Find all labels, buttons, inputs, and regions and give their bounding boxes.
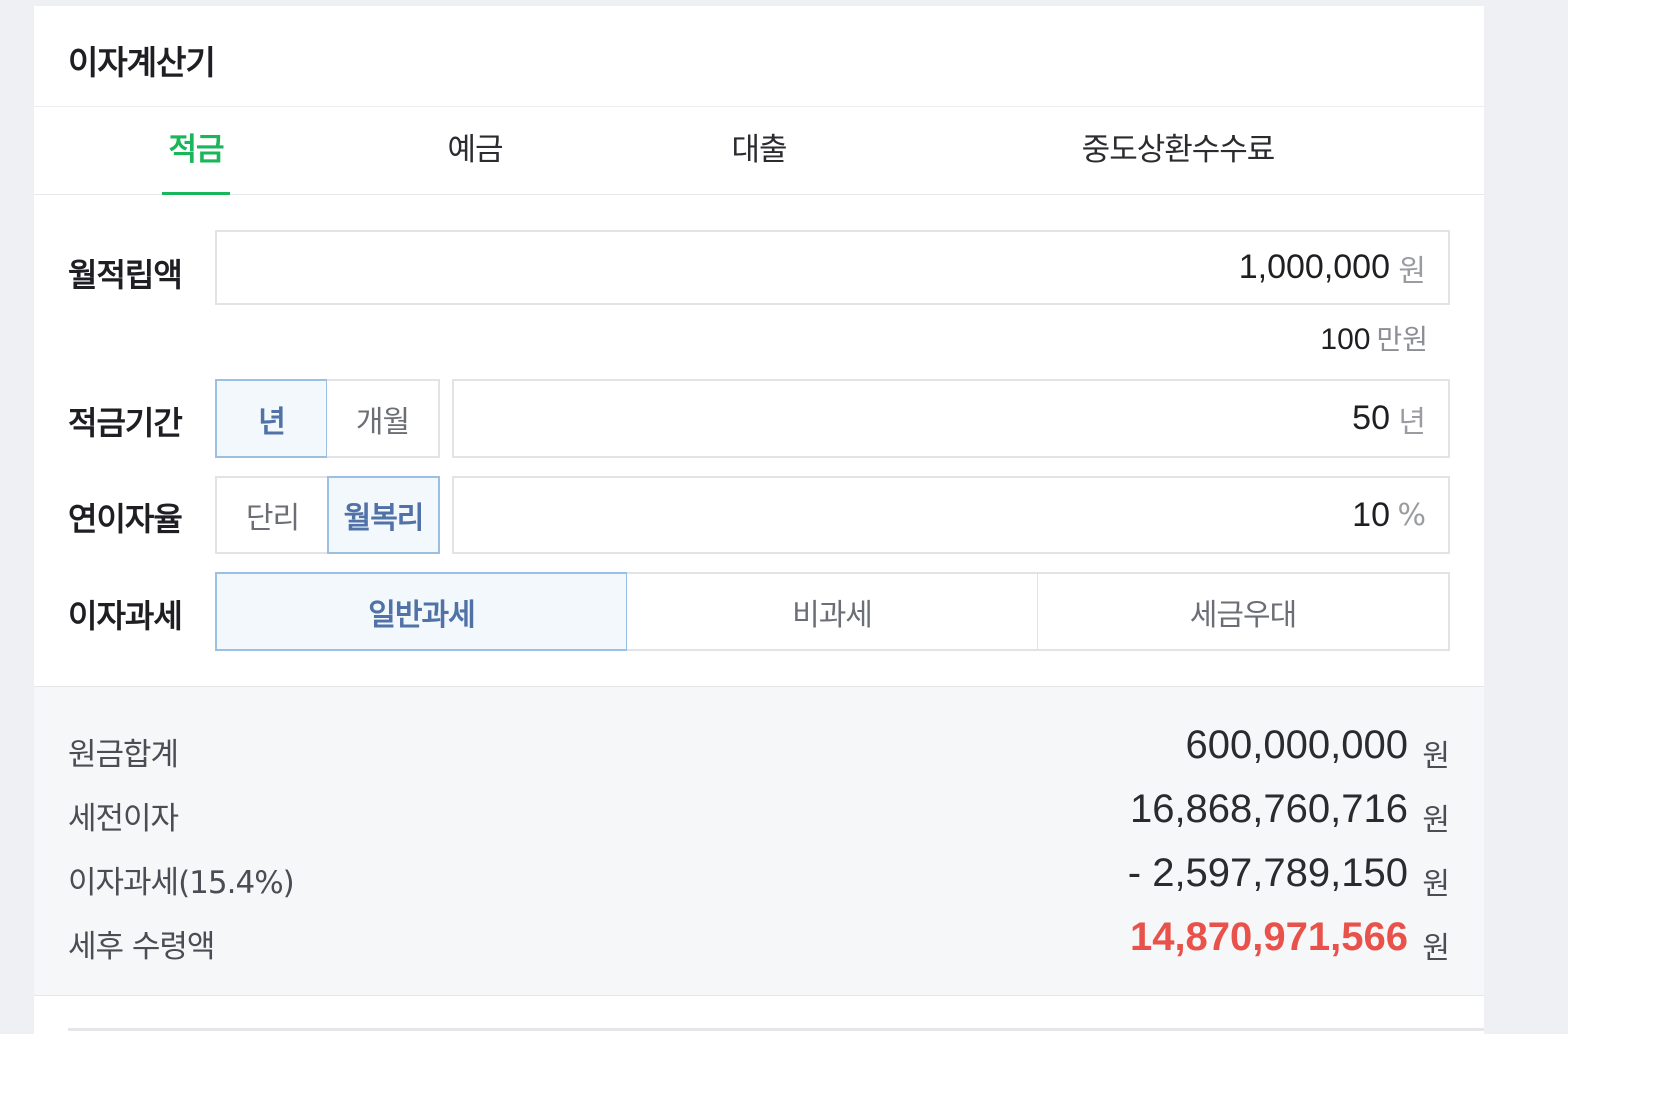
next-section-divider [68, 1028, 1484, 1031]
tab-savings[interactable]: 적금 [162, 107, 230, 195]
result-unit: 원 [1422, 803, 1450, 838]
rate-label: 연이자율 [68, 500, 183, 538]
result-value: 16,868,760,716 [1129, 787, 1408, 831]
monthly-deposit-label: 월적립액 [68, 256, 183, 294]
rate-monthly-compound-toggle[interactable]: 월복리 [327, 476, 440, 554]
calculator-card: 이자계산기 적금 예금 대출 중도상환수수료 월적립액 1,000,000 원 … [34, 6, 1484, 1034]
monthly-deposit-unit: 원 [1398, 253, 1426, 289]
result-label: 세전이자 [68, 801, 179, 837]
period-unit-month-toggle[interactable]: 개월 [327, 379, 440, 458]
result-row-after-tax: 세후 수령액 14,870,971,566 원 [34, 911, 1484, 971]
rate-input[interactable]: 10 % [452, 476, 1450, 554]
tab-deposit[interactable]: 예금 [440, 107, 510, 194]
result-value: 600,000,000 [1185, 723, 1408, 767]
period-label: 적금기간 [68, 404, 183, 442]
hint-unit: 만원 [1376, 323, 1428, 356]
tab-loan[interactable]: 대출 [724, 107, 794, 194]
result-value-total: 14,870,971,566 [1129, 915, 1408, 959]
tax-label: 이자과세 [68, 597, 183, 635]
period-unit: 년 [1398, 404, 1426, 440]
hint-value: 100 [1320, 323, 1371, 356]
period-input[interactable]: 50 년 [452, 379, 1450, 458]
tax-general-option[interactable]: 일반과세 [215, 572, 628, 651]
result-row-pretax-interest: 세전이자 16,868,760,716 원 [34, 783, 1484, 843]
active-tab-indicator [162, 192, 230, 195]
tax-free-option[interactable]: 비과세 [627, 572, 1039, 651]
result-row-principal: 원금합계 600,000,000 원 [34, 719, 1484, 779]
result-label: 세후 수령액 [68, 929, 215, 965]
tab-loan-label: 대출 [731, 132, 787, 168]
calculator-tabs: 적금 예금 대출 중도상환수수료 [34, 107, 1484, 195]
monthly-deposit-value: 1,000,000 [1238, 248, 1390, 286]
monthly-deposit-input[interactable]: 1,000,000 원 [215, 230, 1450, 305]
tax-preferential-option[interactable]: 세금우대 [1038, 572, 1450, 651]
result-unit: 원 [1422, 867, 1450, 902]
page-title: 이자계산기 [68, 43, 216, 82]
rate-simple-toggle[interactable]: 단리 [215, 476, 328, 554]
result-unit: 원 [1422, 739, 1450, 774]
rate-value: 10 [1352, 495, 1390, 534]
results-panel: 원금합계 600,000,000 원 세전이자 16,868,760,716 원… [34, 686, 1484, 996]
period-unit-year-toggle[interactable]: 년 [215, 379, 328, 458]
period-value: 50 [1352, 399, 1390, 437]
rate-unit: % [1397, 497, 1426, 533]
result-label: 원금합계 [68, 737, 179, 773]
tab-savings-label: 적금 [168, 132, 224, 168]
monthly-deposit-hint: 100 만원 [1320, 318, 1428, 358]
tab-prepayment-fee-label: 중도상환수수료 [1081, 132, 1276, 168]
result-value: - 2,597,789,150 [1127, 851, 1408, 895]
tab-prepayment-fee[interactable]: 중도상환수수료 [1078, 107, 1278, 194]
tab-deposit-label: 예금 [447, 132, 503, 168]
result-label: 이자과세(15.4%) [68, 865, 295, 901]
result-unit: 원 [1422, 931, 1450, 966]
result-row-interest-tax: 이자과세(15.4%) - 2,597,789,150 원 [34, 847, 1484, 907]
